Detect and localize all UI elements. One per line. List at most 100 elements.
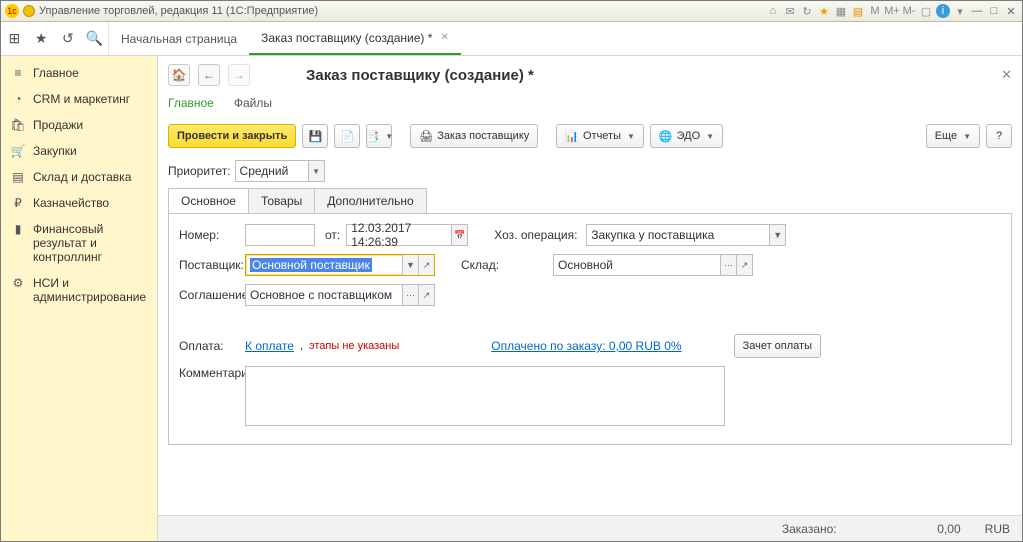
app-1c-icon: 1c	[5, 4, 19, 18]
subtab-main[interactable]: Главное	[168, 90, 214, 116]
form-tab-goods[interactable]: Товары	[248, 188, 315, 213]
tb-icon-calc[interactable]: ▤	[851, 4, 865, 18]
priority-value: Средний	[240, 164, 289, 178]
app-circle-icon	[23, 5, 35, 17]
warehouse-label: Склад:	[461, 258, 547, 272]
agreement-label: Соглашение:	[179, 288, 239, 302]
priority-select[interactable]: Средний ▼	[235, 160, 325, 182]
paid-link[interactable]: Оплачено по заказу: 0,00 RUB 0%	[491, 339, 681, 353]
btn-label: Отчеты	[583, 130, 621, 142]
tab-start[interactable]: Начальная страница	[109, 22, 249, 55]
post-and-close-button[interactable]: Провести и закрыть	[168, 124, 296, 148]
btn-label: Еще	[935, 130, 957, 142]
nav-home-button[interactable]: 🏠	[168, 64, 190, 86]
search-icon[interactable]: 🔍	[86, 30, 104, 48]
btn-label: Зачет оплаты	[743, 340, 812, 352]
supplier-label: Поставщик:	[179, 258, 239, 272]
btn-label: Провести и закрыть	[177, 130, 287, 142]
tb-icon-1[interactable]: ⌂	[766, 4, 780, 18]
tb-star-icon[interactable]: ★	[817, 4, 831, 18]
reports-button[interactable]: 📊 Отчеты▼	[556, 124, 644, 148]
tab-order-label: Заказ поставщику (создание) *	[261, 31, 432, 45]
currency-label: RUB	[985, 522, 1010, 536]
close-window-button[interactable]: ✕	[1004, 4, 1018, 18]
sidebar-label: Финансовый результат и контроллинг	[33, 222, 147, 264]
ellipsis-icon[interactable]: ⋯	[720, 255, 736, 275]
ordered-value: 0,00	[861, 522, 961, 536]
nav-forward-button[interactable]: →	[228, 64, 250, 86]
sidebar-label: НСИ и администрирование	[33, 276, 147, 304]
number-label: Номер:	[179, 228, 239, 242]
chevron-down-icon[interactable]: ▼	[402, 255, 418, 275]
home-icon: ≡	[11, 66, 25, 80]
more-button[interactable]: Еще▼	[926, 124, 980, 148]
gear-icon: ⚙	[11, 276, 25, 290]
maximize-button[interactable]: □	[987, 4, 1001, 18]
tb-m[interactable]: M	[868, 4, 882, 18]
sidebar-item-main[interactable]: ≡Главное	[1, 60, 157, 86]
tab-start-label: Начальная страница	[121, 32, 237, 46]
crm-icon: ◔	[11, 92, 25, 106]
window-title: Управление торговлей, редакция 11 (1С:Пр…	[39, 5, 318, 17]
tab-close-icon[interactable]: ✕	[440, 32, 448, 43]
tb-dd-icon[interactable]: ▾	[953, 4, 967, 18]
agreement-value: Основное с поставщиком	[250, 288, 392, 302]
page-close-button[interactable]: ✕	[1001, 67, 1012, 83]
sidebar-item-nsi[interactable]: ⚙ НСИ и администрирование	[1, 270, 157, 310]
history-icon[interactable]: ↺	[59, 30, 77, 48]
to-pay-link[interactable]: К оплате	[245, 339, 294, 353]
order-supplier-button[interactable]: 🖨 Заказ поставщику	[410, 124, 538, 148]
sidebar-label: CRM и маркетинг	[33, 92, 130, 106]
open-icon[interactable]: ↗	[418, 255, 434, 275]
open-icon[interactable]: ↗	[418, 285, 434, 305]
tb-mminus[interactable]: M-	[902, 4, 916, 18]
agreement-field[interactable]: Основное с поставщиком ⋯ ↗	[245, 284, 435, 306]
priority-label: Приоритет:	[168, 164, 231, 178]
sidebar-item-treasury[interactable]: ₽Казначейство	[1, 190, 157, 216]
chevron-down-icon[interactable]: ▼	[308, 161, 324, 181]
money-icon: ₽	[11, 196, 25, 210]
warehouse-field[interactable]: Основной ⋯ ↗	[553, 254, 753, 276]
operation-select[interactable]: Закупка у поставщика ▼	[586, 224, 786, 246]
offset-payment-button[interactable]: Зачет оплаты	[734, 334, 821, 358]
date-field[interactable]: 12.03.2017 14:26:39 📅	[346, 224, 468, 246]
info-icon[interactable]: i	[936, 4, 950, 18]
from-label: от:	[325, 228, 340, 242]
tb-icon-box[interactable]: ▢	[919, 4, 933, 18]
sidebar-label: Продажи	[33, 118, 83, 132]
sidebar-item-purchases[interactable]: 🛒Закупки	[1, 138, 157, 164]
open-icon[interactable]: ↗	[736, 255, 752, 275]
tb-mplus[interactable]: M+	[885, 4, 899, 18]
tb-icon-3[interactable]: ↻	[800, 4, 814, 18]
chevron-down-icon[interactable]: ▼	[769, 225, 785, 245]
statusbar: Заказано: 0,00 RUB	[158, 515, 1022, 541]
subtab-files[interactable]: Файлы	[234, 90, 272, 116]
create-based-button[interactable]: 📑▼	[366, 124, 392, 148]
comment-textarea[interactable]	[245, 366, 725, 426]
ellipsis-icon[interactable]: ⋯	[402, 285, 418, 305]
sidebar-item-finance[interactable]: ▮Финансовый результат и контроллинг	[1, 216, 157, 270]
sidebar-item-stock[interactable]: ▤ Склад и доставка	[1, 164, 157, 190]
sidebar-label: Склад и доставка	[33, 170, 131, 184]
tb-icon-grid[interactable]: ▦	[834, 4, 848, 18]
sidebar-item-crm[interactable]: ◔ CRM и маркетинг	[1, 86, 157, 112]
post-button[interactable]: 📄	[334, 124, 360, 148]
supplier-field[interactable]: Основной поставщик ▼ ↗	[245, 254, 435, 276]
form-tab-extra[interactable]: Дополнительно	[314, 188, 426, 213]
btn-label: Заказ поставщику	[437, 130, 529, 142]
help-button[interactable]: ?	[986, 124, 1012, 148]
apps-icon[interactable]: ⊞	[5, 30, 23, 48]
number-field[interactable]	[245, 224, 315, 246]
save-button[interactable]: 💾	[302, 124, 328, 148]
tb-icon-2[interactable]: ✉	[783, 4, 797, 18]
nav-back-button[interactable]: ←	[198, 64, 220, 86]
app-tabbar: ⊞ ★ ↺ 🔍 Начальная страница Заказ поставщ…	[1, 22, 1022, 56]
edo-button[interactable]: 🌐 ЭДО▼	[650, 124, 723, 148]
form-tab-main[interactable]: Основное	[168, 188, 249, 213]
calendar-icon[interactable]: 📅	[451, 225, 467, 245]
favorite-icon[interactable]: ★	[32, 30, 50, 48]
tab-order[interactable]: Заказ поставщику (создание) * ✕	[249, 22, 461, 55]
stock-icon: ▤	[11, 170, 25, 184]
minimize-button[interactable]: —	[970, 4, 984, 18]
sidebar-item-sales[interactable]: 🛍Продажи	[1, 112, 157, 138]
